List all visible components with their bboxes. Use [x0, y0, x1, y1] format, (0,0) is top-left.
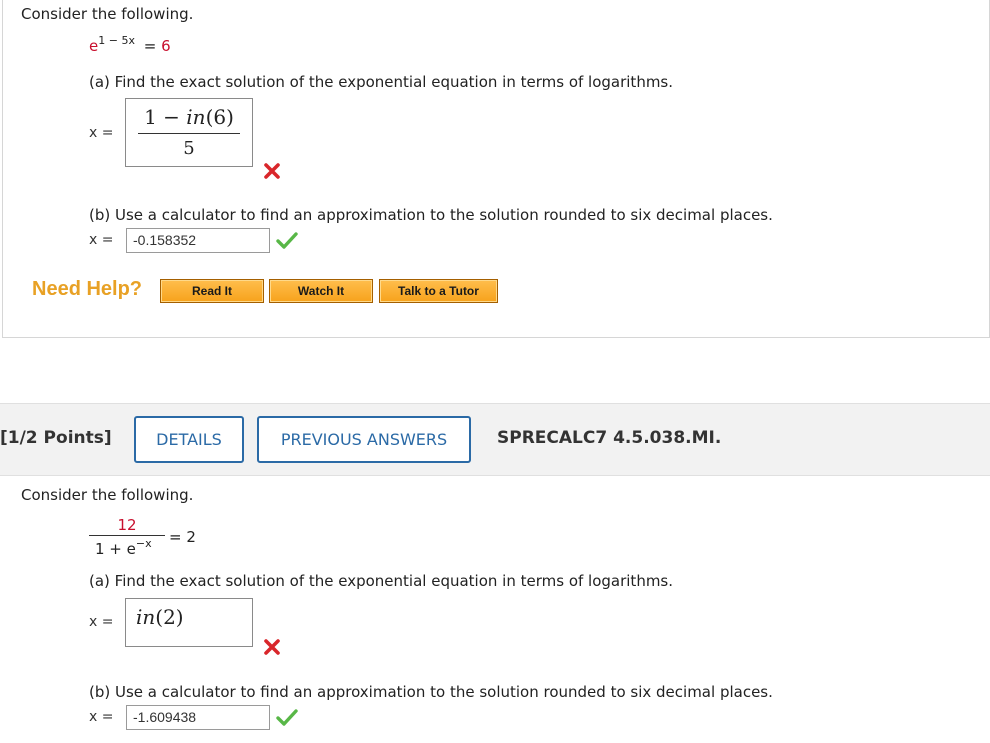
- correct-check-icon: [276, 232, 298, 249]
- need-help-label: Need Help?: [32, 278, 143, 300]
- q2-part-b-input[interactable]: -1.609438: [126, 705, 270, 730]
- q2-intro: Consider the following.: [21, 486, 194, 504]
- q2-part-a-answer: in(2): [136, 605, 184, 629]
- details-button[interactable]: DETAILS: [134, 416, 244, 463]
- q1-eq-rhs-eq: =: [143, 37, 162, 55]
- previous-answers-button[interactable]: PREVIOUS ANSWERS: [257, 416, 471, 463]
- q2-part-a-prompt: (a) Find the exact solution of the expon…: [89, 572, 674, 590]
- q1-part-a-denominator: 5: [183, 138, 195, 159]
- q1-eq-exponent: 1 − 5x: [98, 34, 135, 47]
- talk-to-tutor-button[interactable]: Talk to a Tutor: [379, 279, 498, 303]
- read-it-button[interactable]: Read It: [160, 279, 264, 303]
- q1-part-b-input[interactable]: -0.158352: [126, 228, 270, 253]
- problem-code: SPRECALC7 4.5.038.MI.: [497, 428, 722, 448]
- watch-it-button[interactable]: Watch It: [269, 279, 373, 303]
- points-label: [1/2 Points]: [0, 428, 112, 448]
- q2-part-b-x-label: x =: [89, 709, 114, 725]
- q2-eq-rhs: = 2: [169, 528, 196, 546]
- q1-equation: e1 − 5x = 6: [89, 34, 171, 55]
- q1-part-b-x-label: x =: [89, 232, 114, 248]
- q1-eq-rhs: 6: [161, 37, 171, 55]
- incorrect-x-icon: [264, 639, 280, 655]
- q1-part-a-numerator: 1 − in(6): [138, 105, 240, 134]
- incorrect-x-icon: [264, 163, 280, 179]
- q2-eq-denominator: 1 + e−x: [95, 537, 152, 558]
- q2-eq-fraction-bar: [89, 535, 165, 536]
- q2-part-b-prompt: (b) Use a calculator to find an approxim…: [89, 683, 773, 701]
- q2-part-a-x-label: x =: [89, 614, 114, 630]
- q1-part-a-numerator-text: in: [186, 105, 206, 129]
- q2-eq-numerator: 12: [117, 516, 137, 534]
- correct-check-icon: [276, 709, 298, 726]
- q1-part-b-prompt: (b) Use a calculator to find an approxim…: [89, 206, 773, 224]
- q1-part-a-prompt: (a) Find the exact solution of the expon…: [89, 73, 674, 91]
- q1-intro: Consider the following.: [21, 5, 194, 23]
- q1-eq-base: e: [89, 37, 99, 55]
- q1-part-a-x-label: x =: [89, 125, 114, 141]
- q2-part-a-answer-box[interactable]: in(2): [125, 598, 253, 647]
- q1-part-a-answer-box[interactable]: 1 − in(6) 5: [125, 98, 253, 167]
